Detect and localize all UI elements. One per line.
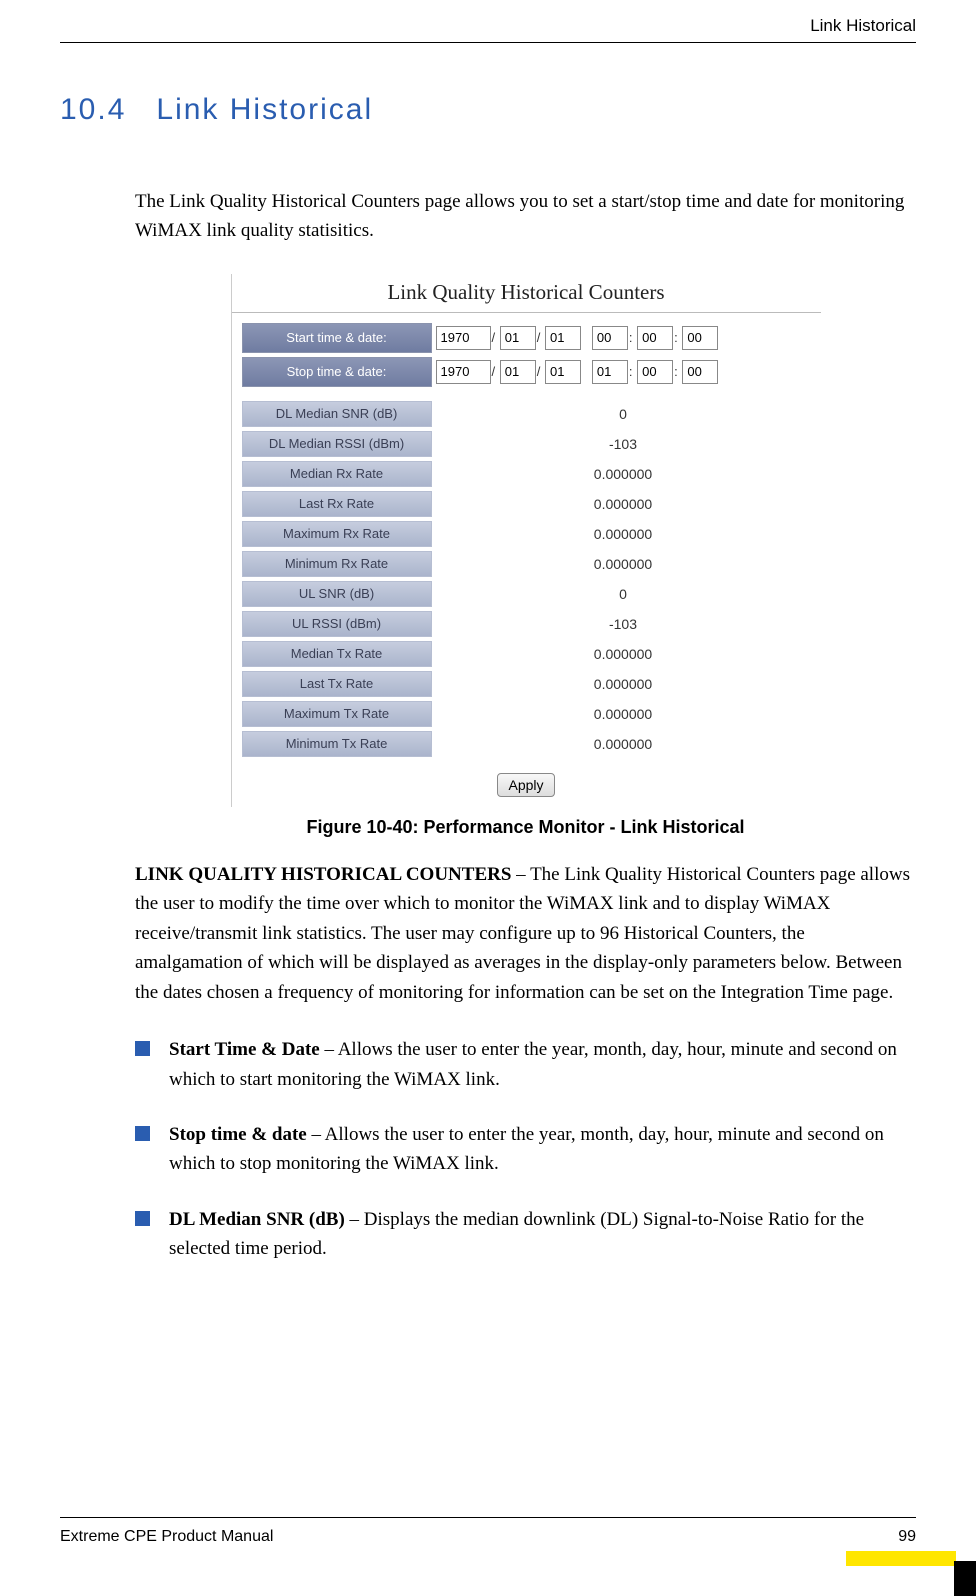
stat-label: DL Median RSSI (dBm) bbox=[242, 431, 432, 457]
datetime-config: Start time & date: / / : : Stop time & d… bbox=[232, 313, 821, 397]
stat-value: 0.000000 bbox=[436, 521, 811, 547]
table-row: Last Rx Rate0.000000 bbox=[242, 491, 811, 517]
footer: Extreme CPE Product Manual 99 bbox=[60, 1517, 916, 1546]
start-day-input[interactable] bbox=[545, 326, 581, 350]
stat-value: 0.000000 bbox=[436, 491, 811, 517]
stat-label: Last Tx Rate bbox=[242, 671, 432, 697]
stop-hour-input[interactable] bbox=[592, 360, 628, 384]
start-month-input[interactable] bbox=[500, 326, 536, 350]
bullet-list: Start Time & Date – Allows the user to e… bbox=[135, 1035, 916, 1264]
stat-label: Maximum Tx Rate bbox=[242, 701, 432, 727]
stat-value: 0 bbox=[436, 581, 811, 607]
list-item: Start Time & Date – Allows the user to e… bbox=[135, 1035, 916, 1094]
stat-value: 0.000000 bbox=[436, 641, 811, 667]
running-header: Link Historical bbox=[60, 10, 916, 42]
intro-paragraph: The Link Quality Historical Counters pag… bbox=[135, 187, 916, 246]
stat-value: 0.000000 bbox=[436, 671, 811, 697]
table-row: UL SNR (dB)0 bbox=[242, 581, 811, 607]
stat-label: DL Median SNR (dB) bbox=[242, 401, 432, 427]
table-row: DL Median RSSI (dBm)-103 bbox=[242, 431, 811, 457]
apply-button[interactable]: Apply bbox=[497, 773, 554, 797]
stat-label: Median Rx Rate bbox=[242, 461, 432, 487]
table-row: Median Rx Rate0.000000 bbox=[242, 461, 811, 487]
section-title: Link Historical bbox=[156, 93, 373, 126]
table-row: Minimum Tx Rate0.000000 bbox=[242, 731, 811, 757]
stat-label: Median Tx Rate bbox=[242, 641, 432, 667]
stat-value: 0 bbox=[436, 401, 811, 427]
start-min-input[interactable] bbox=[637, 326, 673, 350]
description-paragraph: LINK QUALITY HISTORICAL COUNTERS – The L… bbox=[135, 860, 916, 1007]
stat-value: 0.000000 bbox=[436, 461, 811, 487]
stop-inputs: / / : : bbox=[436, 357, 811, 387]
bullet-bold: DL Median SNR (dB) bbox=[169, 1209, 345, 1230]
section-number: 10.4 bbox=[60, 93, 126, 126]
stats-table: DL Median SNR (dB)0DL Median RSSI (dBm)-… bbox=[232, 397, 821, 767]
start-hour-input[interactable] bbox=[592, 326, 628, 350]
start-label: Start time & date: bbox=[242, 323, 432, 353]
start-year-input[interactable] bbox=[436, 326, 491, 350]
screenshot-panel: Link Quality Historical Counters Start t… bbox=[231, 274, 821, 807]
start-sec-input[interactable] bbox=[682, 326, 718, 350]
bullet-bold: Stop time & date bbox=[169, 1124, 307, 1145]
footer-rule bbox=[60, 1517, 916, 1518]
table-row: Minimum Rx Rate0.000000 bbox=[242, 551, 811, 577]
stat-label: Minimum Tx Rate bbox=[242, 731, 432, 757]
stat-value: -103 bbox=[436, 611, 811, 637]
list-item: DL Median SNR (dB) – Displays the median… bbox=[135, 1205, 916, 1264]
list-item: Stop time & date – Allows the user to en… bbox=[135, 1120, 916, 1179]
stat-label: Last Rx Rate bbox=[242, 491, 432, 517]
stat-value: 0.000000 bbox=[436, 701, 811, 727]
page-number: 99 bbox=[898, 1528, 916, 1546]
figure-caption: Figure 10-40: Performance Monitor - Link… bbox=[135, 817, 916, 838]
stat-value: -103 bbox=[436, 431, 811, 457]
stop-sec-input[interactable] bbox=[682, 360, 718, 384]
table-row: UL RSSI (dBm)-103 bbox=[242, 611, 811, 637]
table-row: Maximum Tx Rate0.000000 bbox=[242, 701, 811, 727]
table-row: Median Tx Rate0.000000 bbox=[242, 641, 811, 667]
start-inputs: / / : : bbox=[436, 323, 811, 353]
table-row: Last Tx Rate0.000000 bbox=[242, 671, 811, 697]
stop-month-input[interactable] bbox=[500, 360, 536, 384]
table-row: DL Median SNR (dB)0 bbox=[242, 401, 811, 427]
corner-mark bbox=[846, 1546, 976, 1596]
stop-label: Stop time & date: bbox=[242, 357, 432, 387]
stat-value: 0.000000 bbox=[436, 551, 811, 577]
stat-label: UL SNR (dB) bbox=[242, 581, 432, 607]
header-rule bbox=[60, 42, 916, 43]
stat-label: Maximum Rx Rate bbox=[242, 521, 432, 547]
stat-label: Minimum Rx Rate bbox=[242, 551, 432, 577]
stop-year-input[interactable] bbox=[436, 360, 491, 384]
stop-min-input[interactable] bbox=[637, 360, 673, 384]
figure: Link Quality Historical Counters Start t… bbox=[135, 274, 916, 838]
panel-title: Link Quality Historical Counters bbox=[232, 274, 821, 313]
stat-label: UL RSSI (dBm) bbox=[242, 611, 432, 637]
footer-left: Extreme CPE Product Manual bbox=[60, 1528, 273, 1546]
stat-value: 0.000000 bbox=[436, 731, 811, 757]
stop-day-input[interactable] bbox=[545, 360, 581, 384]
section-heading: 10.4 Link Historical bbox=[60, 93, 916, 127]
table-row: Maximum Rx Rate0.000000 bbox=[242, 521, 811, 547]
bullet-bold: Start Time & Date bbox=[169, 1039, 320, 1060]
desc-lead: LINK QUALITY HISTORICAL COUNTERS bbox=[135, 864, 511, 885]
